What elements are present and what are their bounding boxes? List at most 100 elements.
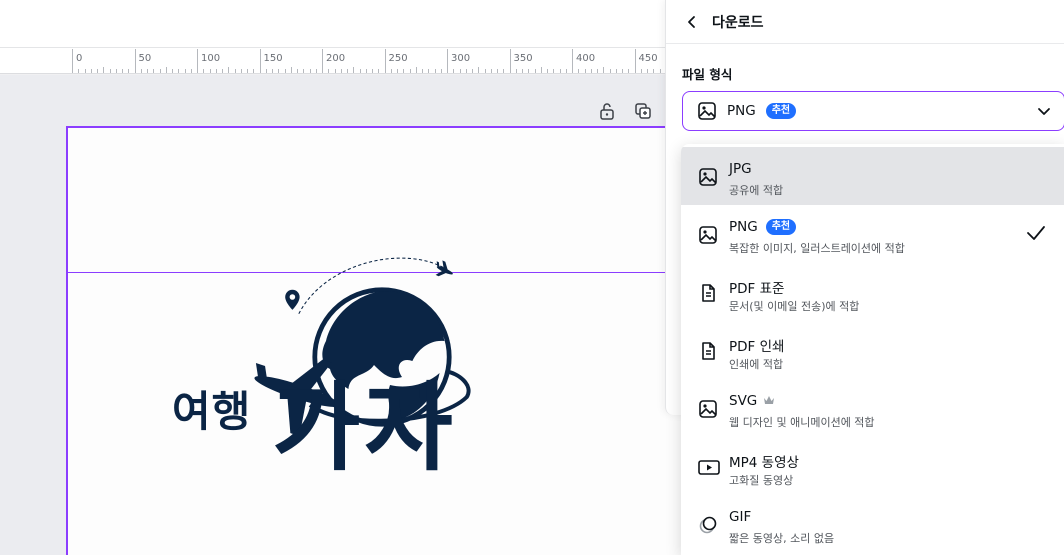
ruler-minor-tick (422, 69, 423, 73)
image-icon (698, 167, 718, 187)
ruler-minor-tick (328, 69, 330, 73)
ruler-minor-tick (534, 69, 536, 73)
option-title: JPG (729, 161, 752, 177)
lock-icon[interactable] (596, 100, 618, 122)
ruler-major-tick (509, 49, 511, 73)
ruler-minor-tick (340, 69, 342, 73)
ruler-major-tick (197, 49, 198, 73)
ruler-minor-tick (428, 69, 430, 73)
ruler-minor-tick (434, 69, 436, 73)
format-option-gif[interactable]: GIF 짧은 동영상, 소리 없음 (681, 495, 1064, 553)
ruler-minor-tick (334, 69, 336, 73)
ruler-minor-tick (297, 69, 298, 73)
option-description: 웹 디자인 및 애니메이션에 적합 (729, 416, 875, 429)
ruler-minor-tick (497, 69, 498, 73)
option-title-row: SVG (729, 393, 775, 409)
ruler-minor-tick (440, 69, 442, 73)
ruler-minor-tick (478, 67, 480, 73)
ruler-minor-tick (209, 69, 211, 73)
ruler-minor-tick (415, 67, 417, 73)
image-icon (698, 399, 718, 419)
option-title-row: PNG 추천 (729, 219, 797, 235)
option-description: 짧은 동영상, 소리 없음 (729, 532, 835, 545)
ruler-minor-tick (553, 69, 555, 73)
document-icon (698, 283, 718, 303)
ruler-minor-tick (515, 69, 517, 73)
chevron-down-icon (1038, 108, 1050, 115)
ruler-major-tick (447, 49, 448, 73)
ruler-minor-tick (103, 67, 105, 73)
ruler-minor-tick (628, 69, 630, 73)
ruler-minor-tick (503, 69, 505, 73)
ruler-minor-tick (190, 69, 192, 73)
ruler-minor-tick (97, 69, 98, 73)
ruler-minor-tick (247, 69, 248, 73)
panel-title: 다운로드 (712, 14, 764, 31)
ruler-minor-tick (547, 69, 548, 73)
gif-icon (698, 515, 718, 535)
ruler-minor-tick (178, 69, 180, 73)
format-option-pdf[interactable]: PDF 인쇄 인쇄에 적합 (681, 321, 1064, 379)
back-button[interactable] (682, 12, 702, 32)
ruler-minor-tick (284, 69, 286, 73)
chevron-left-icon (688, 15, 695, 28)
ruler-label: 450 (638, 53, 658, 64)
format-option-png[interactable]: PNG 추천복잡한 이미지, 일러스트레이션에 적합 (681, 205, 1064, 263)
ruler-minor-tick (603, 67, 605, 73)
ruler-minor-tick (290, 67, 292, 73)
artwork-text-small[interactable]: 여행 (172, 378, 251, 439)
image-icon (698, 102, 716, 120)
ruler-minor-tick (490, 69, 492, 73)
checkmark-icon (1026, 224, 1046, 246)
ruler-minor-tick (465, 69, 467, 73)
ruler-minor-tick (403, 69, 405, 73)
ruler-major-tick (134, 49, 136, 73)
ruler-label: 350 (513, 53, 533, 64)
ruler-minor-tick (353, 67, 355, 73)
ruler-minor-tick (365, 69, 367, 73)
ruler-major-tick (72, 49, 73, 73)
ruler-minor-tick (309, 69, 311, 73)
page-tools (596, 100, 654, 124)
format-option-mp4[interactable]: MP4 동영상 고화질 동영상 (681, 437, 1064, 495)
ruler-minor-tick (347, 69, 348, 73)
ruler-minor-tick (540, 67, 542, 73)
ruler-minor-tick (159, 69, 161, 73)
ruler-minor-tick (528, 69, 530, 73)
option-title-row: PDF 인쇄 (729, 335, 784, 355)
option-title: SVG (729, 393, 758, 409)
ruler-minor-tick (622, 69, 623, 73)
ruler-major-tick (322, 49, 323, 73)
ruler-minor-tick (215, 69, 217, 73)
ruler-label: 300 (451, 53, 471, 64)
ruler-minor-tick (484, 69, 486, 73)
duplicate-page-icon[interactable] (632, 100, 654, 122)
ruler-minor-tick (78, 69, 80, 73)
option-title-row: GIF (729, 509, 751, 525)
file-type-select[interactable]: PNG 추천 (682, 91, 1064, 131)
option-description: 복잡한 이미지, 일러스트레이션에 적합 (729, 242, 905, 255)
option-title: PDF 인쇄 (729, 339, 785, 355)
ruler-minor-tick (659, 69, 661, 73)
ruler-label: 50 (138, 53, 152, 64)
format-option-jpg[interactable]: JPG 공유에 적합 (681, 147, 1064, 205)
ruler-minor-tick (84, 69, 86, 73)
format-option-pdf[interactable]: PDF 표준문서(및 이메일 전송)에 적합 (681, 263, 1064, 321)
crown-icon (763, 393, 775, 409)
artwork-text-big[interactable]: 가자 (272, 350, 457, 489)
format-option-svg[interactable]: SVG 웹 디자인 및 애니메이션에 적합 (681, 379, 1064, 437)
video-icon (698, 457, 720, 477)
ruler-minor-tick (584, 69, 586, 73)
ruler-minor-tick (578, 69, 580, 73)
option-description: 문서(및 이메일 전송)에 적합 (729, 300, 860, 313)
ruler-minor-tick (234, 69, 236, 73)
recommended-badge: 추천 (765, 103, 797, 119)
ruler-minor-tick (109, 69, 111, 73)
ruler-minor-tick (272, 69, 273, 73)
file-type-label: 파일 형식 (682, 67, 733, 82)
ruler-minor-tick (409, 69, 411, 73)
ruler-minor-tick (240, 69, 242, 73)
option-title-row: JPG (729, 161, 752, 177)
ruler-minor-tick (115, 69, 117, 73)
option-title-row: PDF 표준 (729, 277, 784, 297)
